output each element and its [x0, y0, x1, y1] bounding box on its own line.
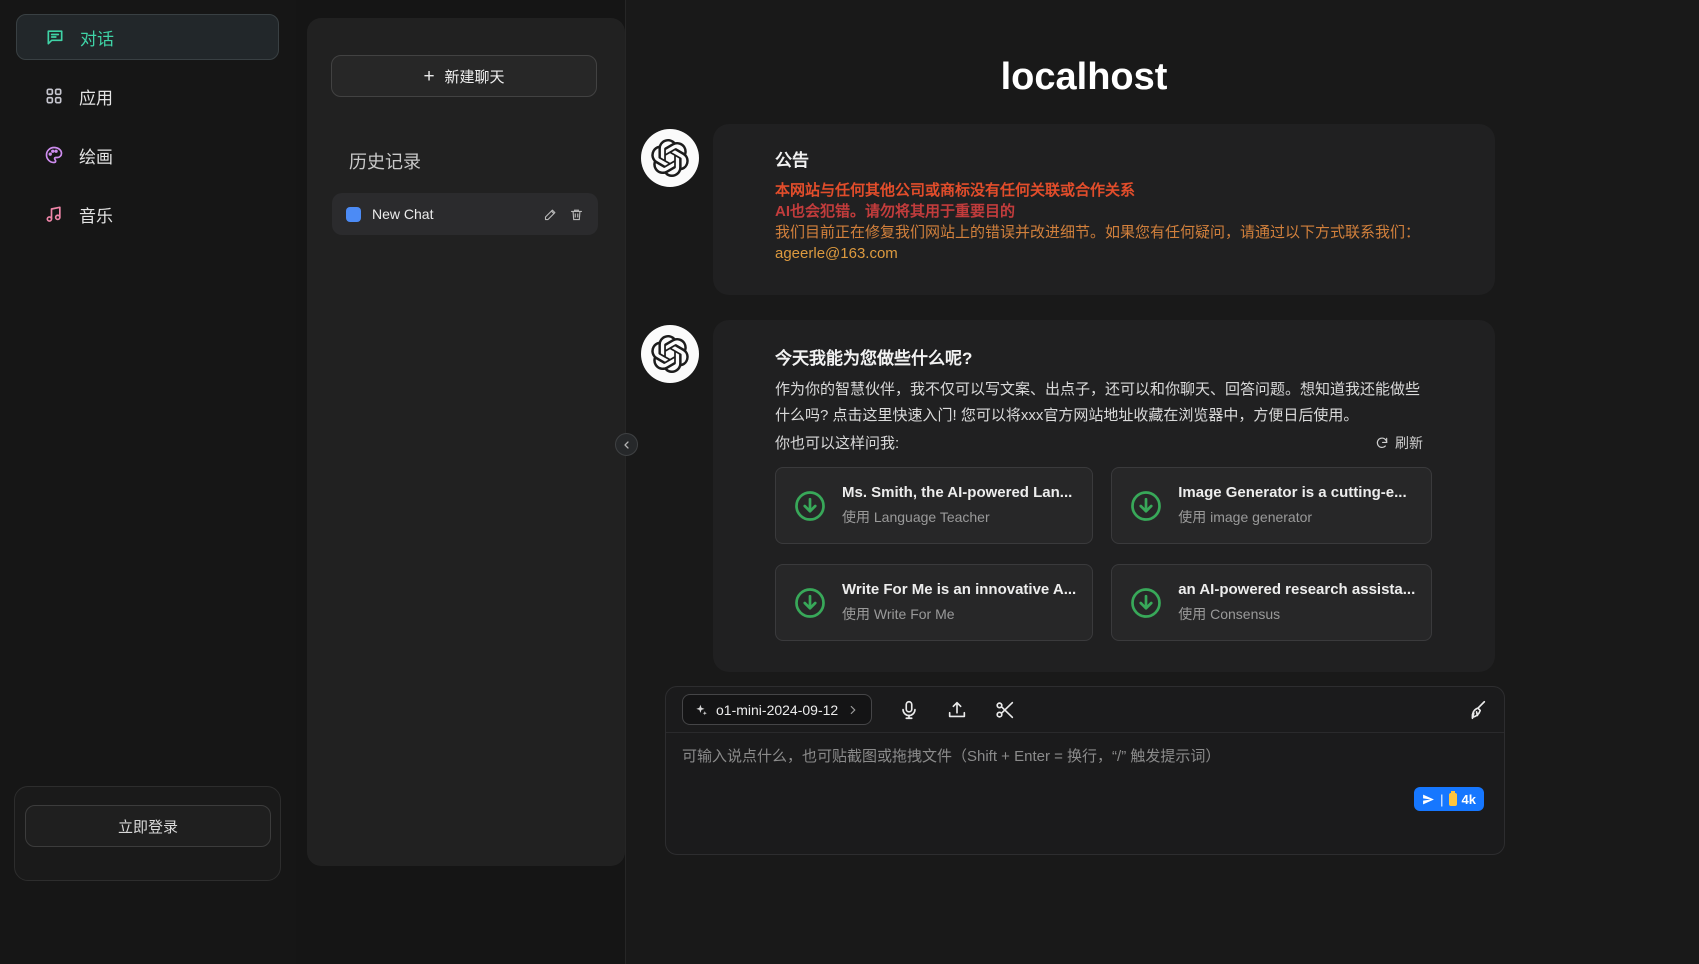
app-window: 对话 应用 绘画 音乐 立即登录 + 新建聊天 历史记录	[0, 0, 1699, 964]
arrow-down-circle-icon	[792, 585, 828, 621]
sidebar-item-label: 音乐	[79, 202, 113, 227]
suggestion-subtitle: 使用 Consensus	[1178, 604, 1415, 624]
chat-list-panel	[307, 18, 625, 866]
arrow-down-circle-icon	[1128, 488, 1164, 524]
sparkle-icon	[694, 703, 708, 717]
composer-toolbar: o1-mini-2024-09-12	[666, 687, 1504, 733]
page-title: localhost	[625, 56, 1543, 99]
suggestion-title: Write For Me is an innovative A...	[842, 581, 1076, 598]
contact-email-link[interactable]: ageerle@163.com	[775, 243, 1423, 264]
chevron-right-icon	[846, 703, 860, 717]
announcement-line: 我们目前正在修复我们网站上的错误并改进细节。如果您有任何疑问，请通过以下方式联系…	[775, 222, 1423, 243]
assistant-avatar	[641, 129, 699, 187]
app-sidebar: 对话 应用 绘画 音乐 立即登录	[0, 0, 296, 964]
collapse-sidebar-button[interactable]	[615, 433, 638, 456]
arrow-down-circle-icon	[1128, 585, 1164, 621]
plus-icon: +	[423, 67, 434, 86]
apps-grid-icon	[44, 86, 64, 106]
suggestion-title: an AI-powered research assista...	[1178, 581, 1415, 598]
suggestion-card[interactable]: Ms. Smith, the AI-powered Lan... 使用 Lang…	[775, 467, 1093, 544]
delete-icon[interactable]	[569, 207, 584, 222]
upload-button[interactable]	[946, 699, 968, 721]
sidebar-item-drawing[interactable]: 绘画	[16, 132, 279, 178]
refresh-label: 刷新	[1395, 433, 1423, 453]
music-note-icon	[44, 204, 64, 224]
arrow-down-circle-icon	[792, 488, 828, 524]
announcement-line: AI也会犯错。请勿将其用于重要目的	[775, 201, 1423, 222]
chat-list-item[interactable]: New Chat	[332, 193, 598, 235]
login-button[interactable]: 立即登录	[25, 805, 271, 847]
new-chat-button[interactable]: + 新建聊天	[331, 55, 597, 97]
assistant-avatar	[641, 325, 699, 383]
welcome-body: 作为你的智慧伙伴，我不仅可以写文案、出点子，还可以和你聊天、回答问题。想知道我还…	[775, 377, 1423, 429]
announcement-message: 公告 本网站与任何其他公司或商标没有任何关联或合作关系 AI也会犯错。请勿将其用…	[713, 124, 1495, 295]
history-title: 历史记录	[349, 148, 421, 174]
suggestion-title: Ms. Smith, the AI-powered Lan...	[842, 484, 1072, 501]
send-plane-icon	[1422, 793, 1435, 806]
message-input[interactable]	[682, 745, 1488, 815]
suggestion-subtitle: 使用 Language Teacher	[842, 507, 1072, 527]
chat-bubble-icon	[45, 27, 65, 47]
announcement-line: 本网站与任何其他公司或商标没有任何关联或合作关系	[775, 180, 1423, 201]
chat-item-title: New Chat	[372, 206, 532, 222]
model-selector[interactable]: o1-mini-2024-09-12	[682, 694, 872, 725]
sidebar-item-label: 应用	[79, 84, 113, 109]
refresh-icon	[1375, 436, 1389, 450]
new-chat-label: 新建聊天	[445, 66, 505, 87]
announcement-title: 公告	[775, 146, 1423, 171]
sidebar-item-music[interactable]: 音乐	[16, 191, 279, 237]
model-label: o1-mini-2024-09-12	[716, 702, 838, 718]
suggestion-grid: Ms. Smith, the AI-powered Lan... 使用 Lang…	[775, 467, 1423, 641]
openai-logo-icon	[651, 335, 689, 373]
clear-context-button[interactable]	[1466, 699, 1488, 721]
sidebar-item-chat[interactable]: 对话	[16, 14, 279, 60]
composer-input-area	[666, 733, 1504, 832]
suggestion-card[interactable]: an AI-powered research assista... 使用 Con…	[1111, 564, 1432, 641]
token-battery-icon	[1449, 793, 1457, 806]
badge-divider: |	[1440, 792, 1443, 807]
chat-item-icon	[346, 207, 361, 222]
send-token-badge[interactable]: | 4k	[1414, 787, 1484, 811]
composer: o1-mini-2024-09-12 |	[665, 686, 1505, 855]
suggestion-subtitle: 使用 Write For Me	[842, 604, 1076, 624]
welcome-message: 今天我能为您做些什么呢? 作为你的智慧伙伴，我不仅可以写文案、出点子，还可以和你…	[713, 320, 1495, 672]
scissors-button[interactable]	[994, 699, 1016, 721]
suggestion-subtitle: 使用 image generator	[1178, 507, 1406, 527]
sidebar-item-label: 对话	[80, 25, 114, 50]
palette-icon	[44, 145, 64, 165]
edit-icon[interactable]	[543, 207, 558, 222]
suggestion-card[interactable]: Write For Me is an innovative A... 使用 Wr…	[775, 564, 1093, 641]
sidebar-item-label: 绘画	[79, 143, 113, 168]
token-count: 4k	[1462, 792, 1476, 807]
suggestion-card[interactable]: Image Generator is a cutting-e... 使用 ima…	[1111, 467, 1432, 544]
login-button-label: 立即登录	[118, 816, 178, 837]
panel-divider	[625, 0, 626, 964]
openai-logo-icon	[651, 139, 689, 177]
suggestion-title: Image Generator is a cutting-e...	[1178, 484, 1406, 501]
welcome-title: 今天我能为您做些什么呢?	[775, 344, 1423, 369]
sidebar-item-apps[interactable]: 应用	[16, 73, 279, 119]
ask-hint: 你也可以这样问我:	[775, 432, 899, 453]
microphone-button[interactable]	[898, 699, 920, 721]
refresh-suggestions-button[interactable]: 刷新	[1375, 433, 1423, 453]
